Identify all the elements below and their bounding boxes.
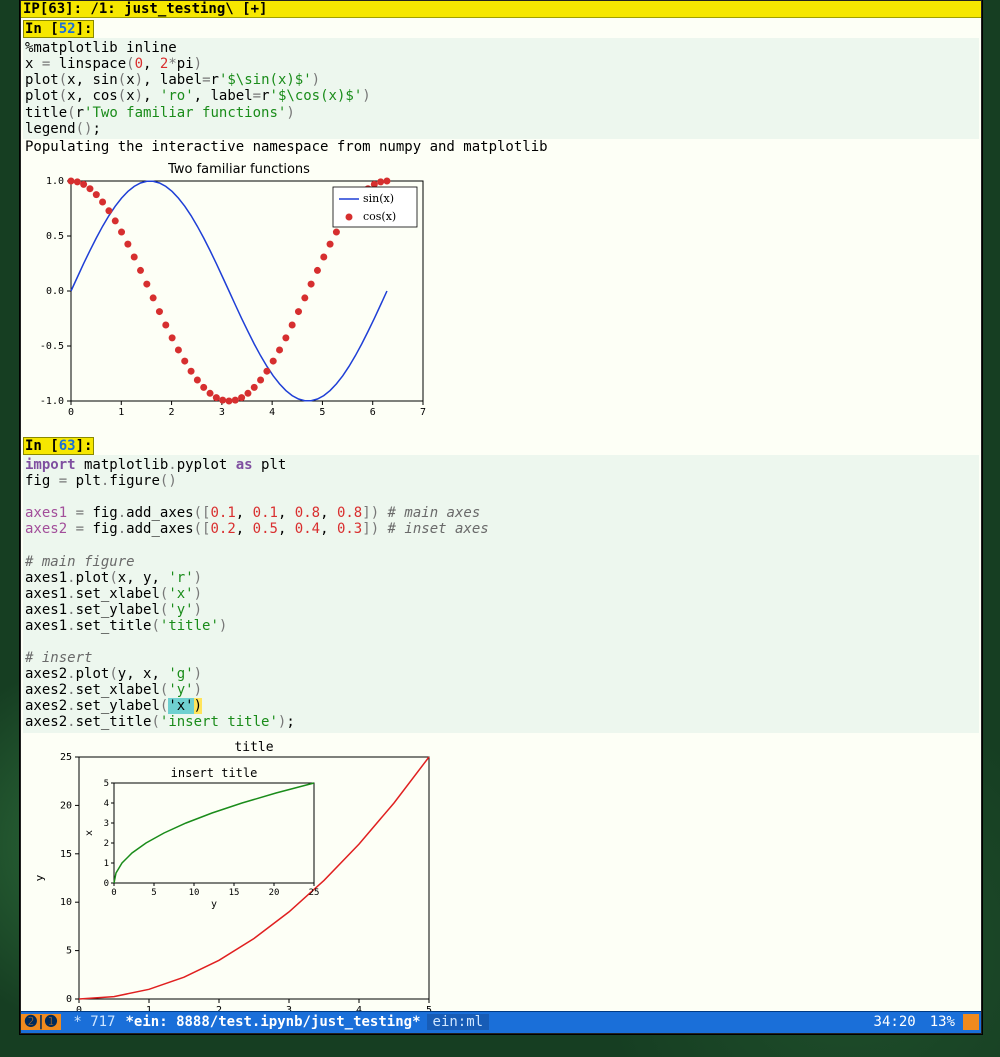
svg-text:5: 5 [151,888,156,898]
modeline-indicator: ➋|➊ [21,1014,61,1030]
svg-text:title: title [234,740,273,755]
svg-text:0: 0 [66,994,72,1005]
svg-text:2: 2 [104,839,109,849]
sin-cos-chart: Two familiar functions 0 1 2 3 4 5 6 7 -1.0 -0.5 0.… [29,161,429,423]
svg-text:0: 0 [104,879,109,889]
mode-line: ➋|➊ * 717 *ein: 8888/test.ipynb/just_tes… [21,1011,981,1033]
cell-52-prompt: In [52]: [23,20,979,38]
cell-63-code[interactable]: import matplotlib.pyplot as plt fig = pl… [23,455,979,733]
svg-text:10: 10 [189,888,200,898]
buffer-content[interactable]: In [52]: %matplotlib inline x = linspace… [21,18,981,1010]
emacs-window: IP[63]: /1: just_testing\ [+] In [52]: %… [20,0,982,1034]
svg-text:5: 5 [104,779,109,789]
svg-text:sin(x): sin(x) [363,192,394,205]
svg-text:x: x [84,830,95,836]
modeline-buffer-name: *ein: 8888/test.ipynb/just_testing* [120,1014,427,1030]
svg-text:4: 4 [104,799,109,809]
svg-text:20: 20 [60,800,72,811]
svg-text:Two familiar functions: Two familiar functions [167,162,310,177]
modeline-position: 34:20 [866,1014,924,1030]
modeline-major-mode: ein:ml [427,1014,490,1030]
svg-text:1: 1 [118,407,124,418]
modeline-modified: * 717 [61,1014,120,1030]
cell-52-code[interactable]: %matplotlib inline x = linspace(0, 2*pi)… [23,38,979,139]
svg-text:7: 7 [420,407,426,418]
svg-text:0: 0 [68,407,74,418]
svg-text:y: y [33,874,46,881]
svg-text:6: 6 [370,407,376,418]
svg-text:5: 5 [66,945,72,956]
svg-text:0: 0 [111,888,116,898]
svg-text:-0.5: -0.5 [40,341,64,352]
svg-text:10: 10 [60,897,72,908]
svg-text:0.5: 0.5 [46,231,64,242]
svg-text:25: 25 [60,752,72,763]
cell-52-figure: Two familiar functions 0 1 2 3 4 5 6 7 -1.0 -0.5 0.… [23,155,979,429]
svg-text:0.0: 0.0 [46,286,64,297]
svg-text:15: 15 [60,848,72,859]
svg-text:20: 20 [269,888,280,898]
cell-63-prompt: In [63]: [23,437,979,455]
svg-text:1.0: 1.0 [46,176,64,187]
svg-text:-1.0: -1.0 [40,396,64,407]
svg-text:insert title: insert title [171,766,258,780]
svg-text:3: 3 [104,819,109,829]
svg-text:1: 1 [104,859,109,869]
svg-text:y: y [211,899,217,910]
svg-text:3: 3 [219,407,225,418]
svg-text:cos(x): cos(x) [363,210,396,223]
cell-63-figure: title 0 1 2 3 4 5 0 5 10 15 20 25 x y insert title 0 5 10 1… [23,733,979,1011]
title-bar: IP[63]: /1: just_testing\ [+] [21,1,981,18]
inset-chart: title 0 1 2 3 4 5 0 5 10 15 20 25 x y insert title 0 5 10 1… [29,739,439,1011]
modeline-end-icon [963,1014,979,1030]
svg-text:5: 5 [319,407,325,418]
svg-text:4: 4 [269,407,275,418]
svg-text:2: 2 [169,407,175,418]
svg-text:25: 25 [309,888,320,898]
modeline-percent: 13% [924,1014,961,1030]
svg-text:15: 15 [229,888,240,898]
cell-52-output-text: Populating the interactive namespace fro… [23,139,979,155]
